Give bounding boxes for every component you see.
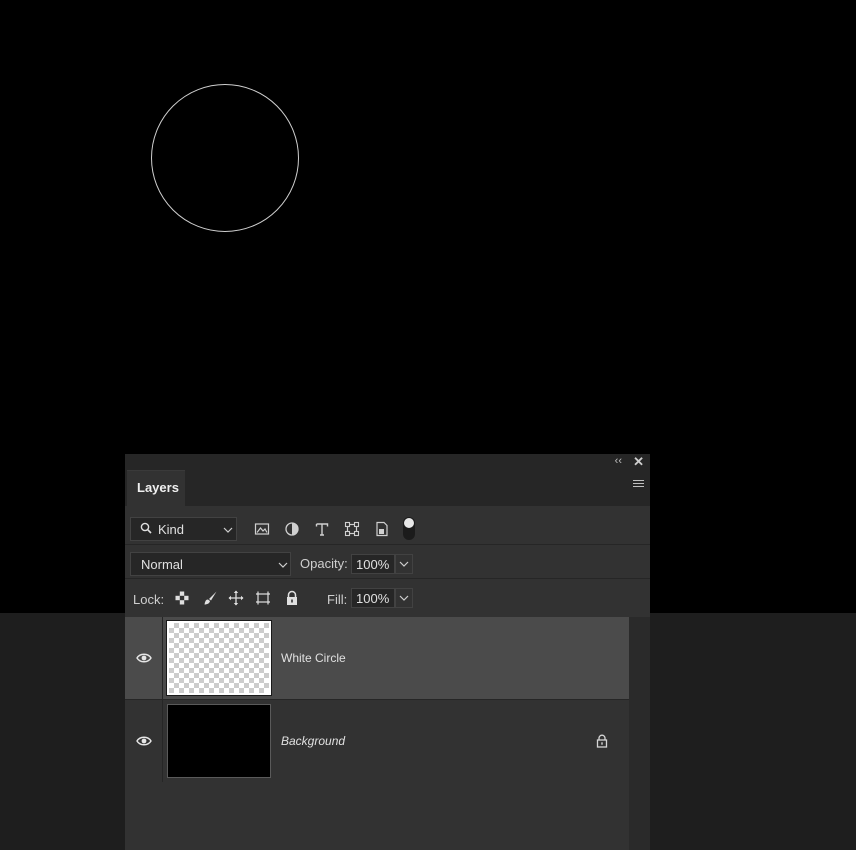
layer-name[interactable]: White Circle [281,651,346,665]
visibility-column [125,617,163,699]
chevron-down-icon [278,562,288,568]
chevron-down-icon [223,527,233,533]
chevron-down-icon [399,595,409,601]
layer-row-white-circle[interactable]: White Circle [125,617,629,699]
layer-name[interactable]: Background [281,734,345,748]
chevron-down-icon [399,561,409,567]
blend-row: Normal Opacity: 100% [125,545,650,579]
lock-all-icon[interactable] [284,590,300,606]
lock-icon[interactable] [595,734,609,748]
lock-row: Lock: Fill: 100% [125,579,650,617]
opacity-value: 100% [356,557,390,572]
lock-image-pixels-icon[interactable] [202,590,218,606]
close-icon[interactable]: ✕ [633,454,644,470]
filter-kind-select[interactable]: Kind [130,517,237,541]
layers-list: White Circle Background [125,617,629,850]
smart-object-filter-icon[interactable] [374,521,390,537]
layer-filter-row: Kind [125,506,650,545]
search-icon [140,522,152,534]
double-chevron-left-icon[interactable]: ‹‹ [615,455,622,467]
tab-layers-label: Layers [137,480,179,495]
panel-tab-strip: Layers [125,470,650,507]
lock-artboard-icon[interactable] [255,590,271,606]
opacity-dropdown-button[interactable] [395,554,413,574]
panel-menu-icon[interactable] [633,480,644,489]
lock-position-icon[interactable] [228,590,244,606]
lock-label: Lock: [133,592,165,607]
opacity-input[interactable]: 100% [351,554,395,574]
fill-input[interactable]: 100% [351,588,395,608]
blend-mode-value: Normal [141,557,183,572]
filter-toggle[interactable] [403,517,415,540]
eye-icon[interactable] [136,652,152,664]
layer-row-background[interactable]: Background [125,700,629,782]
filter-kind-label: Kind [158,522,185,537]
fill-dropdown-button[interactable] [395,588,413,608]
fill-label: Fill: [327,592,348,607]
image-filter-icon[interactable] [254,521,270,537]
type-filter-icon[interactable] [314,521,330,537]
layer-thumbnail[interactable] [167,704,271,778]
visibility-column [125,700,163,782]
layer-thumbnail[interactable] [166,620,272,696]
panel-title-bar: ‹‹ ✕ [125,454,650,470]
blend-mode-select[interactable]: Normal [130,552,291,576]
fill-value: 100% [356,591,390,606]
eye-icon[interactable] [136,735,152,747]
lock-transparent-pixels-icon[interactable] [174,590,190,606]
tab-layers[interactable]: Layers [127,470,185,507]
layers-scrollbar[interactable] [629,617,650,850]
layers-panel: ‹‹ ✕ Layers Kind Normal Opacity: 100% Lo… [125,454,650,850]
adjustment-filter-icon[interactable] [284,521,300,537]
opacity-label: Opacity: [300,556,348,571]
white-circle-shape [151,84,299,232]
shape-filter-icon[interactable] [344,521,360,537]
